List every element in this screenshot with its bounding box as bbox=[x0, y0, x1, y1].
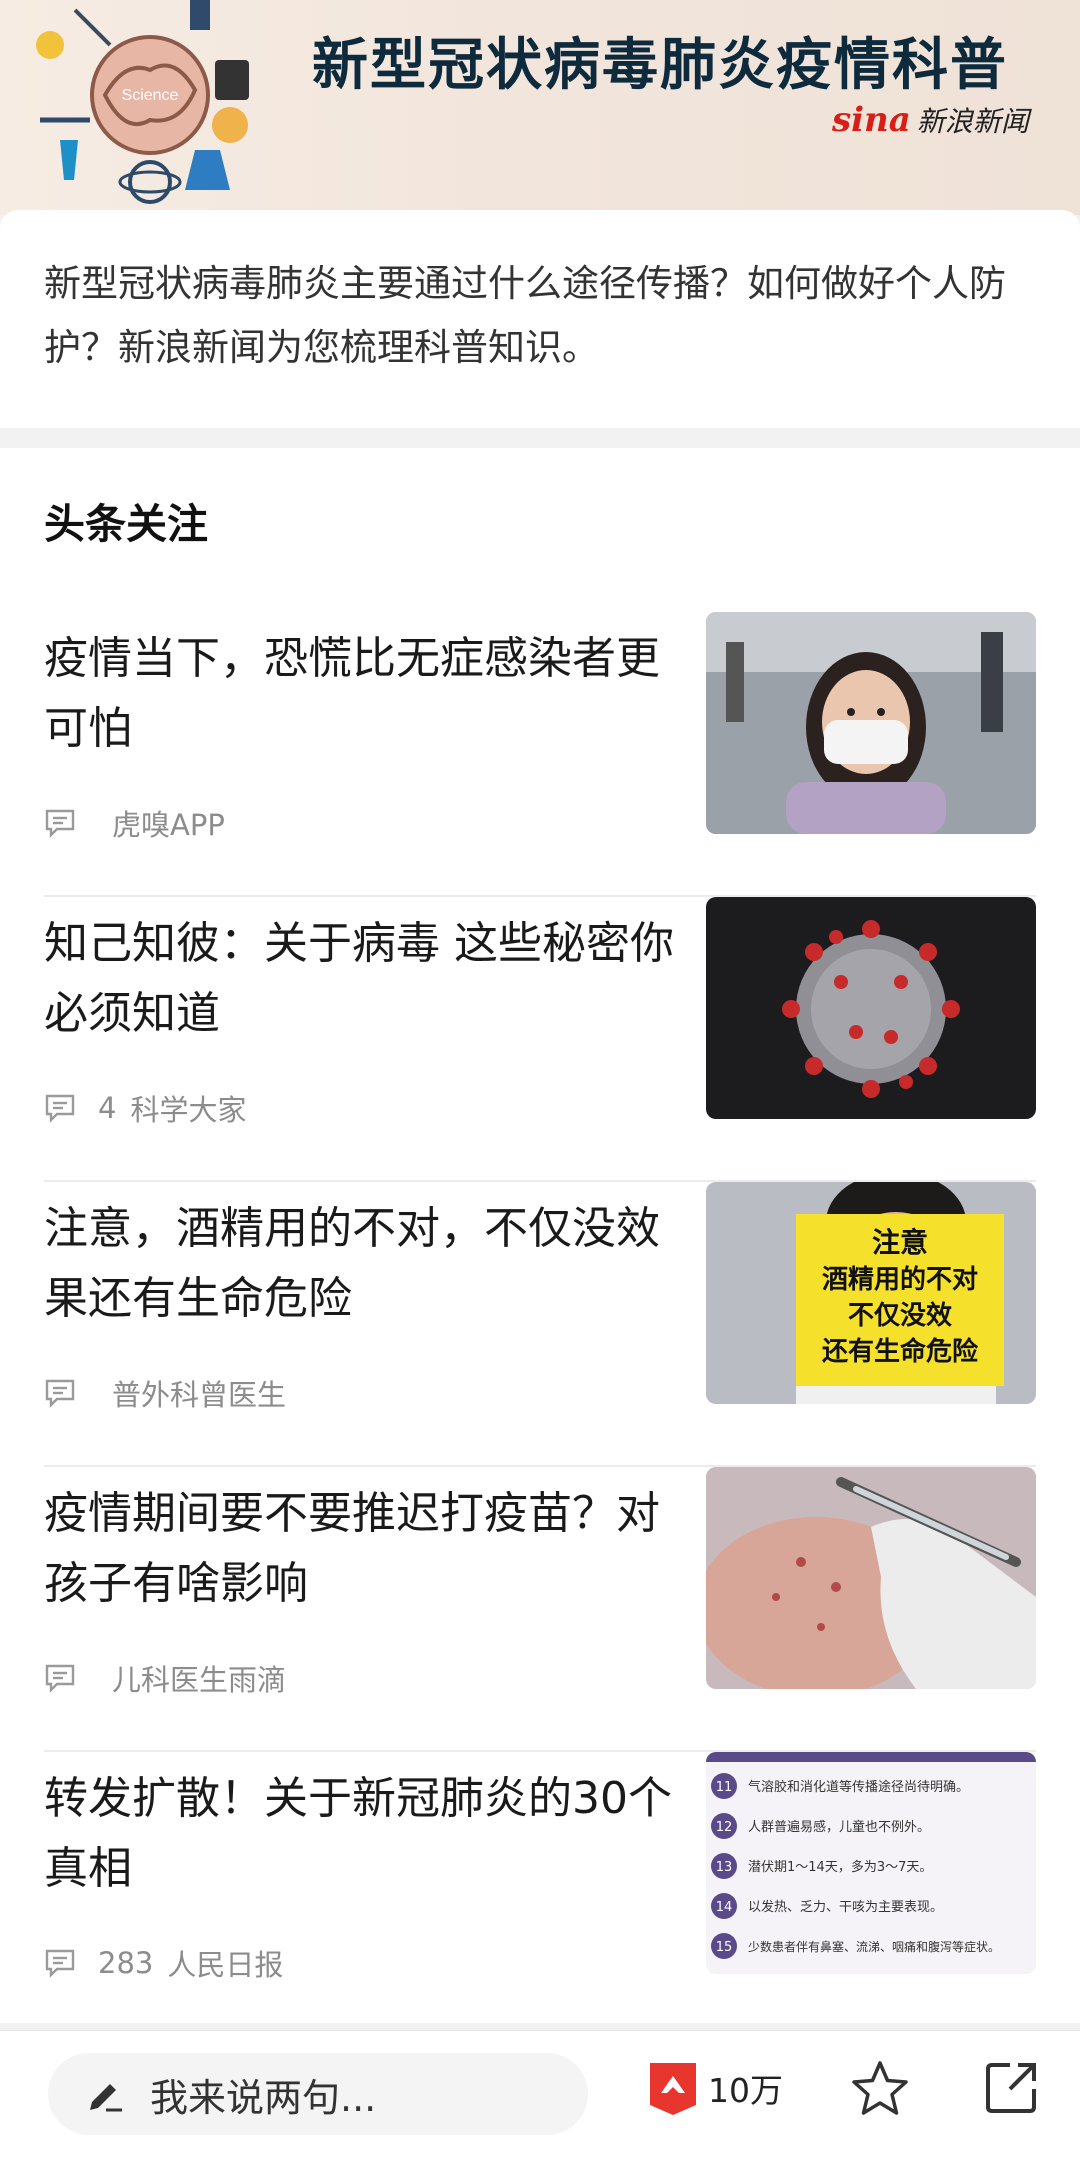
fact-number: 14 bbox=[716, 1900, 733, 1915]
like-button[interactable]: 10万 bbox=[644, 2059, 783, 2117]
comment-icon bbox=[45, 1094, 75, 1123]
headline-feed: 头条关注 疫情当下，恐慌比无症感染者更可怕 虎嗅APP 知己知彼：关于病毒 这些… bbox=[0, 448, 1080, 2037]
thumb-text-line: 注意 bbox=[872, 1226, 928, 1259]
article-title[interactable]: 疫情当下，恐慌比无症感染者更可怕 bbox=[44, 624, 684, 764]
fact-number: 13 bbox=[716, 1860, 733, 1875]
comment-input[interactable]: 我来说两句... bbox=[48, 2053, 588, 2135]
comment-count: 283 bbox=[98, 1946, 154, 1980]
comment-placeholder: 我来说两句... bbox=[150, 2075, 377, 2120]
article-thumbnail[interactable]: 11 气溶胶和消化道等传播途径尚待明确。 12 人群普遍易感，儿童也不例外。 1… bbox=[706, 1752, 1036, 1974]
like-icon bbox=[650, 2063, 696, 2115]
intro-text: 新型冠状病毒肺炎主要通过什么途径传播？如何做好个人防护？新浪新闻为您梳理科普知识… bbox=[44, 262, 1006, 369]
intro-card: 新型冠状病毒肺炎主要通过什么途径传播？如何做好个人防护？新浪新闻为您梳理科普知识… bbox=[0, 210, 1080, 428]
sina-logo-text: 新浪新闻 bbox=[916, 105, 1029, 138]
fact-text: 潜伏期1～14天，多为3～7天。 bbox=[748, 1859, 932, 1875]
article-thumbnail[interactable] bbox=[706, 612, 1036, 834]
article-meta: 283 人民日报 bbox=[44, 1942, 283, 1984]
comment-count: 4 bbox=[98, 1091, 117, 1125]
sina-logo-mark: sina bbox=[832, 100, 911, 140]
like-count: 10万 bbox=[708, 2071, 783, 2110]
article-thumbnail[interactable] bbox=[706, 1467, 1036, 1689]
thumb-text-line: 酒精用的不对 bbox=[822, 1264, 978, 1295]
section-title: 头条关注 bbox=[44, 500, 208, 548]
illustration-label: Science bbox=[122, 87, 179, 104]
article-item[interactable]: 转发扩散！关于新冠肺炎的30个真相 283 人民日报 11 气溶胶和消化道等传播… bbox=[0, 1752, 1080, 2037]
fact-number: 11 bbox=[716, 1780, 733, 1795]
share-icon[interactable] bbox=[980, 2057, 1042, 2119]
fact-text: 以发热、乏力、干咳为主要表现。 bbox=[748, 1899, 943, 1915]
article-meta: 普外科曾医生 bbox=[44, 1372, 286, 1414]
fact-number: 12 bbox=[716, 1820, 733, 1835]
comment-icon bbox=[45, 1664, 75, 1693]
article-source: 科学大家 bbox=[130, 1093, 247, 1127]
article-source: 人民日报 bbox=[167, 1948, 284, 1982]
comment-icon bbox=[45, 809, 75, 838]
science-illustration-icon: Science bbox=[36, 0, 249, 204]
fact-number: 15 bbox=[716, 1940, 733, 1955]
banner-title: 新型冠状病毒肺炎疫情科普 bbox=[312, 33, 1008, 98]
fact-text: 气溶胶和消化道等传播途径尚待明确。 bbox=[748, 1779, 969, 1795]
article-title[interactable]: 注意，酒精用的不对，不仅没效果还有生命危险 bbox=[44, 1194, 684, 1334]
fact-text: 人群普遍易感，儿童也不例外。 bbox=[748, 1819, 930, 1835]
article-thumbnail[interactable] bbox=[706, 897, 1036, 1119]
article-item[interactable]: 注意，酒精用的不对，不仅没效果还有生命危险 普外科曾医生 注意 酒精用的不对 不… bbox=[0, 1182, 1080, 1467]
fact-text: 少数患者伴有鼻塞、流涕、咽痛和腹泻等症状。 bbox=[748, 1939, 1000, 1954]
bottom-action-bar: 我来说两句... 10万 bbox=[0, 2030, 1080, 2157]
thumb-text-line: 还有生命危险 bbox=[822, 1336, 979, 1367]
article-item[interactable]: 疫情当下，恐慌比无症感染者更可怕 虎嗅APP bbox=[0, 612, 1080, 897]
comment-icon bbox=[45, 1949, 75, 1978]
article-source: 虎嗅APP bbox=[112, 808, 225, 842]
article-meta: 虎嗅APP bbox=[44, 802, 225, 844]
article-title[interactable]: 转发扩散！关于新冠肺炎的30个真相 bbox=[44, 1764, 684, 1904]
star-icon[interactable] bbox=[848, 2057, 912, 2121]
comment-icon bbox=[45, 1379, 75, 1408]
article-source: 儿科医生雨滴 bbox=[112, 1663, 287, 1697]
thumb-text-line: 不仅没效 bbox=[848, 1300, 952, 1331]
article-meta: 4 科学大家 bbox=[44, 1087, 246, 1129]
topic-banner: Science 新型冠状病毒肺炎疫情科普 sina 新浪新闻 bbox=[0, 0, 1080, 215]
article-item[interactable]: 知己知彼：关于病毒 这些秘密你必须知道 4 科学大家 bbox=[0, 897, 1080, 1182]
article-source: 普外科曾医生 bbox=[112, 1378, 287, 1412]
article-item[interactable]: 疫情期间要不要推迟打疫苗？对孩子有啥影响 儿科医生雨滴 bbox=[0, 1467, 1080, 1752]
article-title[interactable]: 疫情期间要不要推迟打疫苗？对孩子有啥影响 bbox=[44, 1479, 684, 1619]
article-thumbnail[interactable]: 注意 酒精用的不对 不仅没效 还有生命危险 bbox=[706, 1182, 1036, 1404]
article-title[interactable]: 知己知彼：关于病毒 这些秘密你必须知道 bbox=[44, 909, 684, 1049]
sina-logo: sina 新浪新闻 bbox=[832, 100, 1029, 140]
article-meta: 儿科医生雨滴 bbox=[44, 1657, 286, 1699]
pen-icon bbox=[90, 2084, 122, 2112]
